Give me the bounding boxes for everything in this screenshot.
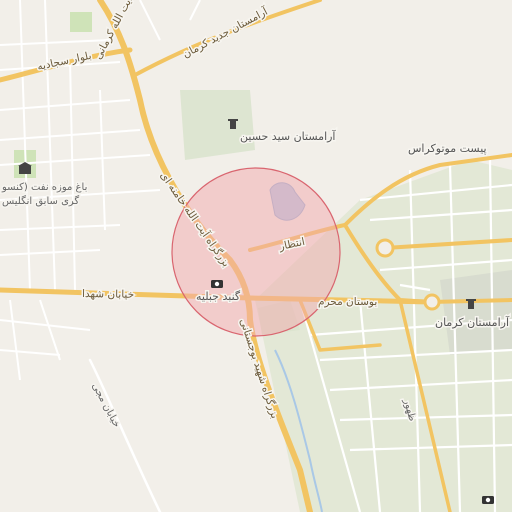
camera-icon xyxy=(211,280,223,288)
camera-icon xyxy=(482,496,494,504)
roundabout-2 xyxy=(423,293,441,311)
label-gonbad-jabalieh: گنبد جبلیه xyxy=(196,290,241,303)
label-road-motahhari: خیابان مجی xyxy=(89,381,122,429)
label-road-sajjadieh: بلوار سجادیه xyxy=(36,50,92,73)
label-post-motocross: پیست موتوکراس xyxy=(408,142,487,155)
roundabout-1 xyxy=(375,238,395,258)
park-small-north xyxy=(70,12,92,32)
label-road-bustan-moharram: بوستان محرم xyxy=(318,296,377,308)
label-cemetery-seyed-hossein: آرامستان سید حسین xyxy=(240,129,336,143)
park-cemetery-kerman xyxy=(440,270,512,355)
label-cemetery-kerman: آرامستان کرمان xyxy=(435,315,510,329)
map-svg: بزرگراه آیت الله کرمانی بزرگراه آیت الله… xyxy=(0,0,512,512)
search-radius-circle[interactable] xyxy=(171,167,341,337)
park-cemetery-seyed-hossein xyxy=(180,90,255,160)
label-road-shohada: خیابان شهدا xyxy=(82,288,134,301)
map-canvas[interactable]: بزرگراه آیت الله کرمانی بزرگراه آیت الله… xyxy=(0,0,512,512)
label-museum-line2: گری سابق انگلیس xyxy=(2,195,79,207)
label-museum-line1: باغ موزه نفت (کنسو xyxy=(1,182,87,193)
